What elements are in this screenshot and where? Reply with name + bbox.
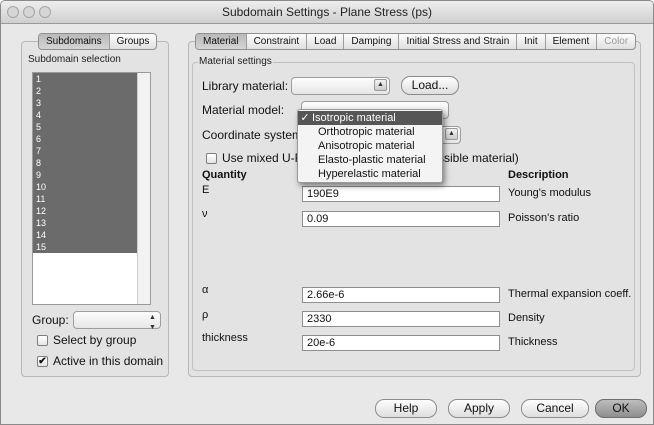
subdomain-settings-dialog: Subdomain Settings - Plane Stress (ps) S… bbox=[0, 0, 654, 425]
list-item[interactable]: 15 bbox=[33, 241, 150, 253]
list-item[interactable]: 11 bbox=[33, 193, 150, 205]
list-item[interactable]: 7 bbox=[33, 145, 150, 157]
list-item[interactable]: 12 bbox=[33, 205, 150, 217]
quantity-description: Density bbox=[508, 312, 545, 324]
poissons-ratio-input[interactable]: 0.09 bbox=[302, 211, 500, 227]
menu-item-orthotropic[interactable]: Orthotropic material bbox=[298, 125, 462, 139]
tab-load[interactable]: Load bbox=[307, 34, 345, 49]
menu-item-hyperelastic[interactable]: Hyperelastic material bbox=[298, 167, 462, 181]
list-item[interactable]: 2 bbox=[33, 85, 150, 97]
quantity-symbol: α bbox=[202, 284, 209, 296]
list-item[interactable]: 4 bbox=[33, 109, 150, 121]
quantity-symbol: thickness bbox=[202, 332, 248, 344]
material-model-menu: ✓ Isotropic material Orthotropic material… bbox=[297, 109, 443, 183]
material-settings-legend: Material settings bbox=[198, 56, 273, 67]
menu-item-label: Isotropic material bbox=[312, 112, 396, 124]
list-item[interactable]: 3 bbox=[33, 97, 150, 109]
tab-subdomains[interactable]: Subdomains bbox=[39, 34, 110, 49]
density-input[interactable]: 2330 bbox=[302, 311, 500, 327]
description-header: Description bbox=[508, 169, 569, 181]
thermal-expansion-input[interactable]: 2.66e-6 bbox=[302, 287, 500, 303]
tab-constraint[interactable]: Constraint bbox=[247, 34, 308, 49]
subdomain-selection-legend: Subdomain selection bbox=[27, 54, 122, 65]
subdomain-list[interactable]: 1 2 3 4 5 6 7 8 9 10 11 12 13 14 15 bbox=[32, 72, 151, 305]
help-button[interactable]: Help bbox=[375, 399, 437, 418]
left-tab-bar: Subdomains Groups bbox=[38, 33, 158, 50]
quantity-symbol: ρ bbox=[202, 309, 209, 321]
select-by-group-label: Select by group bbox=[53, 333, 137, 347]
select-arrows-icon: ▲ bbox=[374, 79, 387, 91]
list-item[interactable]: 8 bbox=[33, 157, 150, 169]
thickness-input[interactable]: 20e-6 bbox=[302, 335, 500, 351]
quantity-description: Thermal expansion coeff. bbox=[508, 288, 632, 300]
quantity-description: Poisson's ratio bbox=[508, 212, 580, 224]
settings-tab-bar: Material Constraint Load Damping Initial… bbox=[195, 33, 637, 50]
quantity-description: Thickness bbox=[508, 336, 558, 348]
library-material-label: Library material: bbox=[202, 79, 289, 93]
menu-item-isotropic[interactable]: ✓ Isotropic material bbox=[298, 111, 442, 125]
quantity-header: Quantity bbox=[202, 169, 247, 181]
list-item[interactable]: 6 bbox=[33, 133, 150, 145]
title-bar: Subdomain Settings - Plane Stress (ps) bbox=[1, 1, 653, 24]
group-label: Group: bbox=[32, 313, 69, 327]
material-model-label: Material model: bbox=[202, 103, 285, 117]
list-item[interactable]: 1 bbox=[33, 73, 150, 85]
window-title: Subdomain Settings - Plane Stress (ps) bbox=[221, 5, 433, 19]
list-item[interactable]: 10 bbox=[33, 181, 150, 193]
quantity-symbol: ν bbox=[202, 208, 208, 220]
active-in-domain-checkbox[interactable]: ✔ bbox=[37, 356, 48, 367]
quantity-description: Young's modulus bbox=[508, 187, 592, 199]
select-by-group-checkbox[interactable] bbox=[37, 335, 48, 346]
tab-element[interactable]: Element bbox=[546, 34, 598, 49]
tab-initial-stress-and-strain[interactable]: Initial Stress and Strain bbox=[399, 34, 518, 49]
list-item[interactable]: 5 bbox=[33, 121, 150, 133]
quantity-symbol: E bbox=[202, 184, 210, 196]
group-select[interactable]: ▲ ▼ bbox=[73, 311, 161, 331]
coordinate-system-label: Coordinate system: bbox=[202, 128, 306, 142]
load-button[interactable]: Load... bbox=[401, 76, 459, 95]
tab-damping[interactable]: Damping bbox=[344, 34, 400, 49]
ok-button[interactable]: OK bbox=[595, 399, 647, 418]
youngs-modulus-input[interactable]: 190E9 bbox=[302, 186, 500, 202]
tab-material[interactable]: Material bbox=[196, 34, 247, 49]
checkmark-icon: ✓ bbox=[300, 112, 310, 124]
apply-button[interactable]: Apply bbox=[448, 399, 510, 418]
list-scrollbar[interactable] bbox=[137, 73, 150, 304]
list-item[interactable]: 14 bbox=[33, 229, 150, 241]
menu-item-anisotropic[interactable]: Anisotropic material bbox=[298, 139, 462, 153]
library-material-select[interactable]: ▲ bbox=[291, 77, 390, 95]
active-in-domain-label: Active in this domain bbox=[53, 354, 164, 368]
tab-groups[interactable]: Groups bbox=[110, 34, 157, 49]
list-item[interactable]: 13 bbox=[33, 217, 150, 229]
stepper-arrows-icon: ▲ ▼ bbox=[149, 314, 156, 331]
tab-init[interactable]: Init bbox=[517, 34, 546, 49]
cancel-button[interactable]: Cancel bbox=[521, 399, 589, 418]
tab-color: Color bbox=[604, 36, 629, 47]
menu-item-elasto-plastic[interactable]: Elasto-plastic material bbox=[298, 153, 462, 167]
mixed-up-formulation-checkbox[interactable] bbox=[206, 153, 217, 164]
list-item[interactable]: 9 bbox=[33, 169, 150, 181]
